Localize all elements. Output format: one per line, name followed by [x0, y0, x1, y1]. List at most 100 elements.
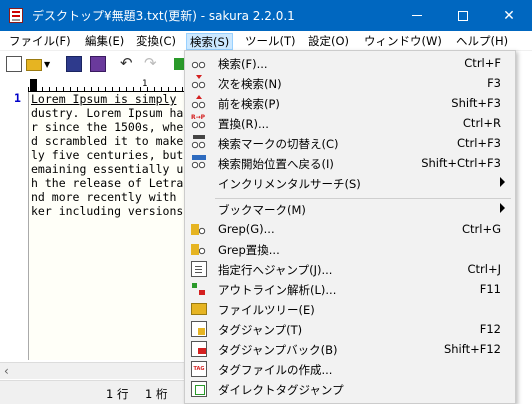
menu-item-jump-line[interactable]: 指定行へジャンプ(J)... Ctrl+J — [185, 259, 515, 279]
menu-edit[interactable]: 編集(E) — [82, 33, 127, 50]
minimize-icon — [412, 15, 422, 16]
menu-settings[interactable]: 設定(O) — [305, 33, 352, 50]
text-line: emaining essentially u — [31, 162, 184, 176]
title-bar: デスクトップ¥無題3.txt(更新) - sakura 2.2.0.1 ✕ — [0, 0, 532, 31]
menu-item-find-next[interactable]: 次を検索(N) F3 — [185, 73, 515, 93]
menu-item-label: アウトライン解析(L)... — [218, 283, 337, 297]
minimize-button[interactable] — [394, 0, 440, 31]
jump-line-icon — [191, 261, 207, 277]
save-all-icon[interactable] — [90, 56, 106, 72]
search-start-icon — [191, 155, 207, 171]
submenu-arrow-icon — [500, 177, 505, 187]
menu-item-shortcut: Shift+Ctrl+F3 — [421, 156, 501, 170]
menu-item-tag-file[interactable]: TAG タグファイルの作成... — [185, 359, 515, 379]
menu-item-grep[interactable]: Grep(G)... Ctrl+G — [185, 219, 515, 239]
menu-item-label: タグファイルの作成... — [218, 363, 333, 377]
status-col: 1 桁 — [145, 387, 168, 401]
close-button[interactable]: ✕ — [486, 0, 532, 31]
search-menu-dropdown: 検索(F)... Ctrl+F 次を検索(N) F3 前を検索(P) Shift… — [184, 50, 516, 404]
menu-item-label: ダイレクトタグジャンプ — [218, 383, 344, 397]
menu-item-shortcut: F11 — [479, 282, 501, 296]
menu-item-label: 検索開始位置へ戻る(I) — [218, 157, 334, 171]
menu-help[interactable]: ヘルプ(H) — [453, 33, 511, 50]
maximize-button[interactable] — [440, 0, 486, 31]
menu-item-shortcut: Shift+F3 — [451, 96, 501, 110]
menu-item-shortcut: Ctrl+F — [464, 56, 501, 70]
submenu-arrow-icon — [500, 203, 505, 213]
menu-search[interactable]: 検索(S) — [186, 33, 234, 50]
redo-icon[interactable]: ↷ — [144, 54, 160, 72]
menu-item-shortcut: Ctrl+J — [467, 262, 502, 276]
menu-item-label: 前を検索(P) — [218, 97, 280, 111]
menu-item-label: インクリメンタルサーチ(S) — [218, 177, 361, 191]
menu-item-search-mark[interactable]: 検索マークの切替え(C) Ctrl+F3 — [185, 133, 515, 153]
binoculars-icon — [191, 55, 207, 71]
text-line: nd more recently with — [31, 190, 177, 204]
menu-convert[interactable]: 変換(C) — [133, 33, 179, 50]
menu-item-label: ファイルツリー(E) — [218, 303, 315, 317]
menu-item-label: タグジャンプバック(B) — [218, 343, 338, 357]
menu-window[interactable]: ウィンドウ(W) — [361, 33, 445, 50]
menu-item-label: 検索(F)... — [218, 57, 268, 71]
tag-jump-back-icon — [191, 341, 207, 357]
text-line: d scrambled it to make — [31, 134, 184, 148]
menu-tools[interactable]: ツール(T) — [242, 33, 299, 50]
text-line: h the release of Letra — [31, 176, 184, 190]
menu-item-tag-jump[interactable]: タグジャンプ(T) F12 — [185, 319, 515, 339]
maximize-icon — [458, 10, 468, 21]
menu-item-shortcut: F12 — [479, 322, 501, 336]
menu-item-bookmark[interactable]: ブックマーク(M) — [185, 199, 515, 219]
dropdown-arrow-icon[interactable]: ▼ — [44, 60, 52, 76]
find-next-icon — [191, 75, 207, 91]
menu-file[interactable]: ファイル(F) — [6, 33, 74, 50]
menu-item-label: Grep(G)... — [218, 222, 275, 236]
menu-item-incremental-search[interactable]: インクリメンタルサーチ(S) — [185, 173, 515, 193]
menu-item-shortcut: Ctrl+F3 — [456, 136, 501, 150]
close-icon: ✕ — [503, 7, 515, 24]
text-line: dustry. Lorem Ipsum ha — [31, 106, 184, 120]
menu-item-search-start[interactable]: 検索開始位置へ戻る(I) Shift+Ctrl+F3 — [185, 153, 515, 173]
menu-item-file-tree[interactable]: ファイルツリー(E) — [185, 299, 515, 319]
tag-file-icon: TAG — [191, 361, 207, 377]
jump-icon[interactable] — [174, 58, 184, 70]
menu-item-label: Grep置換... — [218, 243, 280, 257]
menu-item-replace[interactable]: R→P 置換(R)... Ctrl+R — [185, 113, 515, 133]
undo-icon[interactable]: ↶ — [120, 54, 136, 72]
menu-item-label: 次を検索(N) — [218, 77, 282, 91]
file-tree-icon — [191, 303, 207, 315]
text-line: Lorem Ipsum is simply — [31, 92, 177, 106]
editor-text-area[interactable]: Lorem Ipsum is simply dustry. Lorem Ipsu… — [28, 92, 184, 360]
toolbar: ▼ ↶ ↷ — [0, 52, 184, 76]
outline-icon — [191, 281, 207, 297]
line-number: 1 — [14, 91, 21, 105]
menu-item-find[interactable]: 検索(F)... Ctrl+F — [185, 53, 515, 73]
menu-item-find-prev[interactable]: 前を検索(P) Shift+F3 — [185, 93, 515, 113]
menu-item-shortcut: Shift+F12 — [443, 342, 501, 356]
save-icon[interactable] — [66, 56, 82, 72]
menu-item-label: 置換(R)... — [218, 117, 269, 131]
replace-icon: R→P — [191, 115, 207, 131]
menu-item-label: 検索マークの切替え(C) — [218, 137, 339, 151]
horizontal-scrollbar[interactable]: ‹ — [0, 362, 184, 379]
menu-item-tag-jump-back[interactable]: タグジャンプバック(B) Shift+F12 — [185, 339, 515, 359]
text-line: r since the 1500s, whe — [31, 120, 184, 134]
new-file-icon[interactable] — [6, 56, 22, 72]
menu-item-shortcut: F3 — [487, 76, 501, 90]
search-mark-icon — [191, 135, 207, 151]
menu-bar: ファイル(F) 編集(E) 変換(C) 検索(S) ツール(T) 設定(O) ウ… — [0, 31, 532, 51]
menu-item-direct-tag-jump[interactable]: ダイレクトタグジャンプ — [185, 379, 515, 399]
text-line: ker including versions — [31, 204, 184, 218]
menu-item-label: 指定行へジャンプ(J)... — [218, 263, 333, 277]
grep-replace-icon — [191, 241, 207, 257]
menu-item-shortcut: Ctrl+G — [461, 222, 501, 236]
menu-item-grep-replace[interactable]: Grep置換... — [185, 239, 515, 259]
tag-jump-icon — [191, 321, 207, 337]
sakura-app-icon — [9, 8, 23, 23]
scroll-left-icon[interactable]: ‹ — [4, 364, 9, 378]
direct-tag-jump-icon — [191, 381, 207, 397]
menu-item-label: タグジャンプ(T) — [218, 323, 303, 337]
window-title: デスクトップ¥無題3.txt(更新) - sakura 2.2.0.1 — [32, 9, 295, 23]
menu-item-outline[interactable]: アウトライン解析(L)... F11 — [185, 279, 515, 299]
grep-icon — [191, 221, 207, 237]
open-folder-icon[interactable] — [26, 59, 42, 71]
